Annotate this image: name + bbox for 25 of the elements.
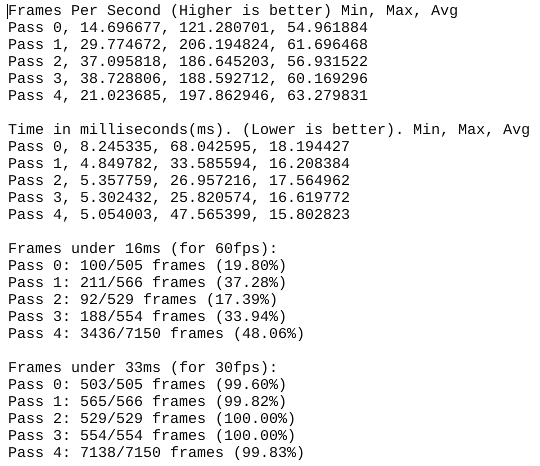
section-header: Time in milliseconds(ms). (Lower is better). Min, Max, Avg xyxy=(8,122,530,139)
result-line: Pass 1: 211/566 frames (37.28%) xyxy=(8,275,288,292)
result-line: Pass 3, 38.728806, 188.592712, 60.169296 xyxy=(8,71,368,88)
result-line: Pass 1, 4.849782, 33.585594, 16.208384 xyxy=(8,156,350,173)
result-line: Pass 4: 7138/7150 frames (99.83%) xyxy=(8,445,306,462)
result-line: Pass 2, 37.095818, 186.645203, 56.931522 xyxy=(8,54,368,71)
section-header: Frames Per Second (Higher is better) Min, Max, Avg xyxy=(8,3,458,20)
section-header: Frames under 16ms (for 60fps): xyxy=(8,241,278,258)
result-line: Pass 2: 92/529 frames (17.39%) xyxy=(8,292,278,309)
result-line: Pass 3, 5.302432, 25.820574, 16.619772 xyxy=(8,190,350,207)
result-line: Pass 0, 8.245335, 68.042595, 18.194427 xyxy=(8,139,350,156)
result-line: Pass 0, 14.696677, 121.280701, 54.961884 xyxy=(8,20,368,37)
result-line: Pass 4: 3436/7150 frames (48.06%) xyxy=(8,326,306,343)
result-line: Pass 4, 5.054003, 47.565399, 15.802823 xyxy=(8,207,350,224)
text-cursor xyxy=(7,4,8,19)
result-line: Pass 2: 529/529 frames (100.00%) xyxy=(8,411,296,428)
result-line: Pass 1: 565/566 frames (99.82%) xyxy=(8,394,288,411)
result-line: Pass 0: 503/505 frames (99.60%) xyxy=(8,377,288,394)
section-header: Frames under 33ms (for 30fps): xyxy=(8,360,278,377)
result-line: Pass 0: 100/505 frames (19.80%) xyxy=(8,258,288,275)
result-line: Pass 2, 5.357759, 26.957216, 17.564962 xyxy=(8,173,350,190)
result-line: Pass 1, 29.774672, 206.194824, 61.696468 xyxy=(8,37,368,54)
result-line: Pass 3: 188/554 frames (33.94%) xyxy=(8,309,288,326)
result-line: Pass 3: 554/554 frames (100.00%) xyxy=(8,428,296,445)
result-line: Pass 4, 21.023685, 197.862946, 63.279831 xyxy=(8,88,368,105)
